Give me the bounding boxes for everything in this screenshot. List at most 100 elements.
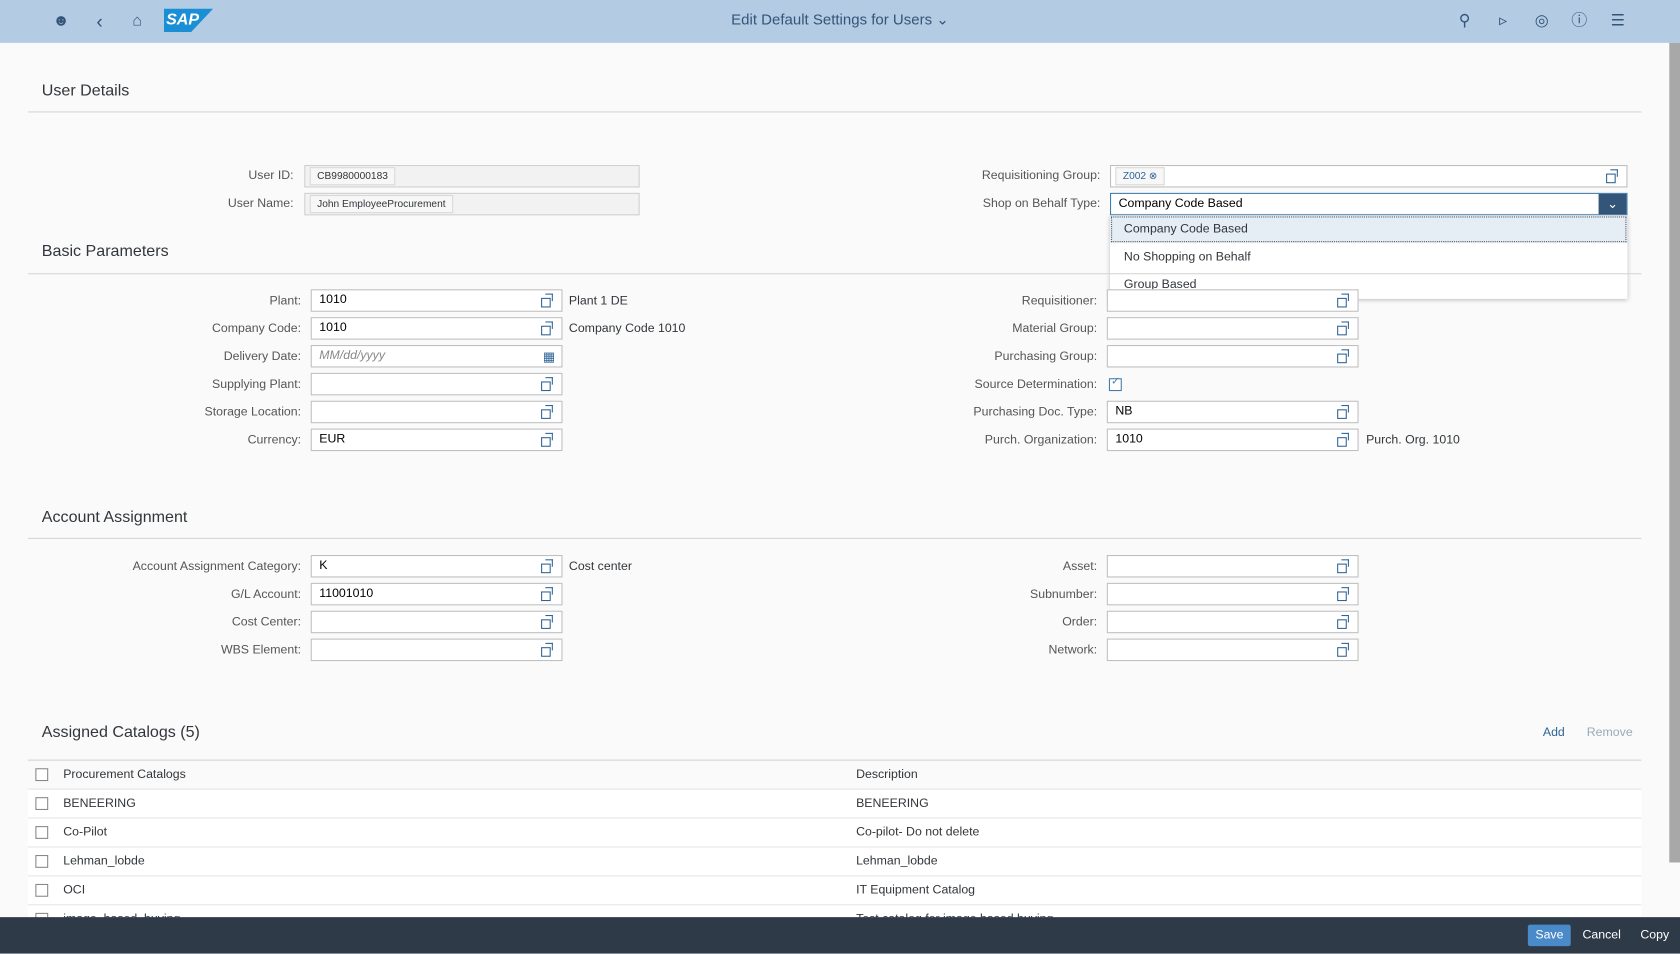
subnumber-input[interactable] bbox=[1106, 582, 1359, 606]
value-help-icon[interactable] bbox=[540, 586, 555, 602]
material-group-input[interactable] bbox=[1106, 317, 1359, 340]
remove-button[interactable]: Remove bbox=[1587, 726, 1633, 739]
order-label: Order: bbox=[1062, 616, 1098, 629]
requisitioner-input[interactable] bbox=[1106, 289, 1359, 312]
value-help-icon[interactable] bbox=[540, 404, 555, 419]
delivery-date-value: MM/dd/yyyy bbox=[319, 349, 386, 363]
purchasing-group-input[interactable] bbox=[1106, 345, 1359, 368]
z002-token[interactable]: Z002 ⊗ bbox=[1115, 167, 1165, 186]
value-help-icon[interactable] bbox=[540, 642, 555, 657]
option-no-shopping-on-behalf[interactable]: No Shopping on Behalf bbox=[1110, 243, 1628, 271]
row-checkbox[interactable] bbox=[35, 883, 49, 897]
network-input[interactable] bbox=[1106, 638, 1359, 662]
footer-toolbar: Save Cancel Copy bbox=[0, 917, 1680, 954]
column-header-description: Description bbox=[856, 768, 918, 782]
save-button[interactable]: Save bbox=[1527, 924, 1571, 947]
cost-center-label: Cost Center: bbox=[231, 616, 302, 629]
storage-location-label: Storage Location: bbox=[204, 406, 302, 419]
value-help-icon[interactable] bbox=[540, 293, 555, 308]
catalog-name: OCI bbox=[63, 883, 86, 897]
plant-value: 1010 bbox=[319, 293, 347, 307]
column-header-catalogs: Procurement Catalogs bbox=[63, 768, 186, 782]
purch-organization-value: 1010 bbox=[1115, 432, 1143, 446]
copy-button[interactable]: Copy bbox=[1633, 925, 1677, 946]
requisitioner-label: Requisitioner: bbox=[1021, 294, 1098, 308]
calendar-icon[interactable]: ▦ bbox=[543, 347, 555, 367]
g-l-account-input[interactable]: 11001010 bbox=[310, 582, 563, 606]
cost-center-input[interactable] bbox=[310, 610, 563, 634]
scrollbar[interactable] bbox=[1669, 42, 1680, 863]
company-code-input[interactable]: 1010 bbox=[310, 317, 563, 340]
section-title-user-details: User Details bbox=[41, 81, 130, 100]
user-name-field: John EmployeeProcurement bbox=[304, 192, 640, 216]
value-help-icon[interactable] bbox=[1336, 614, 1351, 629]
user-name-label: User Name: bbox=[227, 197, 294, 211]
value-help-icon[interactable] bbox=[1336, 558, 1351, 574]
table-row[interactable]: OCI IT Equipment Catalog bbox=[27, 876, 1642, 906]
storage-location-input[interactable] bbox=[310, 400, 563, 424]
plant-label: Plant: bbox=[269, 294, 302, 308]
account-assignment-category-input[interactable]: K bbox=[310, 555, 563, 578]
shop-on-behalf-select[interactable]: Company Code Based ⌄ bbox=[1110, 192, 1628, 216]
table-row[interactable]: Lehman_lobde Lehman_lobde bbox=[27, 848, 1642, 877]
value-help-icon[interactable] bbox=[1336, 432, 1351, 447]
select-all-checkbox[interactable] bbox=[35, 768, 49, 782]
shop-on-behalf-dropdown: Company Code Based No Shopping on Behalf… bbox=[1110, 215, 1628, 299]
value-help-icon[interactable] bbox=[1336, 348, 1351, 364]
copilot-icon[interactable]: ◎ bbox=[1531, 11, 1552, 32]
currency-input[interactable]: EUR bbox=[310, 428, 563, 452]
purchasing-doc-type-input[interactable]: NB bbox=[1106, 400, 1359, 424]
add-button[interactable]: Add bbox=[1543, 726, 1565, 739]
row-checkbox[interactable] bbox=[35, 855, 49, 868]
subnumber-label: Subnumber: bbox=[1030, 588, 1098, 602]
option-company-code-based[interactable]: Company Code Based bbox=[1110, 215, 1628, 244]
requisitioning-group-field[interactable]: Z002 ⊗ bbox=[1110, 165, 1628, 188]
divider bbox=[27, 537, 1642, 539]
account-assignment-category-value: K bbox=[319, 559, 328, 573]
catalogs-table: Procurement Catalogs Description BENEERI… bbox=[27, 759, 1642, 935]
divider bbox=[27, 111, 1642, 113]
checkmark-icon: ✓ bbox=[1111, 376, 1121, 388]
value-help-icon[interactable] bbox=[1336, 293, 1351, 308]
source-determination-label: Source Determination: bbox=[974, 378, 1098, 392]
value-help-icon[interactable] bbox=[540, 432, 555, 447]
purch-organization-input[interactable]: 1010 bbox=[1106, 428, 1359, 452]
chevron-down-icon: ⌄ bbox=[936, 10, 949, 28]
source-determination-checkbox[interactable]: ✓ bbox=[1108, 376, 1122, 392]
value-help-icon[interactable] bbox=[1336, 642, 1351, 657]
value-help-icon[interactable] bbox=[1336, 404, 1351, 419]
company-code-description: Company Code 1010 bbox=[568, 322, 686, 336]
purch-organization-description: Purch. Org. 1010 bbox=[1366, 433, 1460, 447]
company-code-value: 1010 bbox=[319, 321, 347, 335]
delivery-date-input[interactable]: MM/dd/yyyy ▦ bbox=[310, 345, 563, 368]
menu-icon[interactable]: ☰ bbox=[1607, 11, 1628, 32]
user-name-token: John EmployeeProcurement bbox=[309, 195, 454, 214]
row-checkbox[interactable] bbox=[35, 797, 49, 811]
page-title[interactable]: Edit Default Settings for Users ⌄ bbox=[0, 11, 1680, 29]
megaphone-icon[interactable]: ▹ bbox=[1493, 11, 1514, 32]
cancel-button[interactable]: Cancel bbox=[1575, 925, 1628, 946]
value-help-icon[interactable] bbox=[1336, 320, 1351, 336]
catalog-name: Co-Pilot bbox=[63, 826, 108, 839]
value-help-icon[interactable] bbox=[540, 376, 555, 392]
catalog-description: Co-pilot- Do not delete bbox=[856, 826, 980, 839]
value-help-icon[interactable] bbox=[540, 614, 555, 629]
table-row[interactable]: BENEERING BENEERING bbox=[27, 790, 1642, 819]
value-help-icon[interactable] bbox=[1605, 168, 1620, 184]
chevron-down-icon[interactable]: ⌄ bbox=[1598, 193, 1627, 215]
plant-input[interactable]: 1010 bbox=[310, 289, 563, 312]
supplying-plant-input[interactable] bbox=[310, 372, 563, 396]
asset-input[interactable] bbox=[1106, 555, 1359, 578]
remove-token-icon[interactable]: ⊗ bbox=[1149, 170, 1158, 182]
order-input[interactable] bbox=[1106, 610, 1359, 634]
wbs-element-input[interactable] bbox=[310, 638, 563, 662]
search-icon[interactable]: ⚲ bbox=[1454, 11, 1475, 32]
value-help-icon[interactable] bbox=[1336, 586, 1351, 602]
catalog-name: Lehman_lobde bbox=[63, 855, 145, 868]
row-checkbox[interactable] bbox=[35, 826, 49, 839]
table-row[interactable]: Co-Pilot Co-pilot- Do not delete bbox=[27, 819, 1642, 848]
help-icon[interactable]: ⓘ bbox=[1569, 11, 1590, 32]
value-help-icon[interactable] bbox=[540, 558, 555, 574]
value-help-icon[interactable] bbox=[540, 320, 555, 336]
shell-header: ☻ ‹ ⌂ SAP Edit Default Settings for User… bbox=[0, 0, 1680, 43]
